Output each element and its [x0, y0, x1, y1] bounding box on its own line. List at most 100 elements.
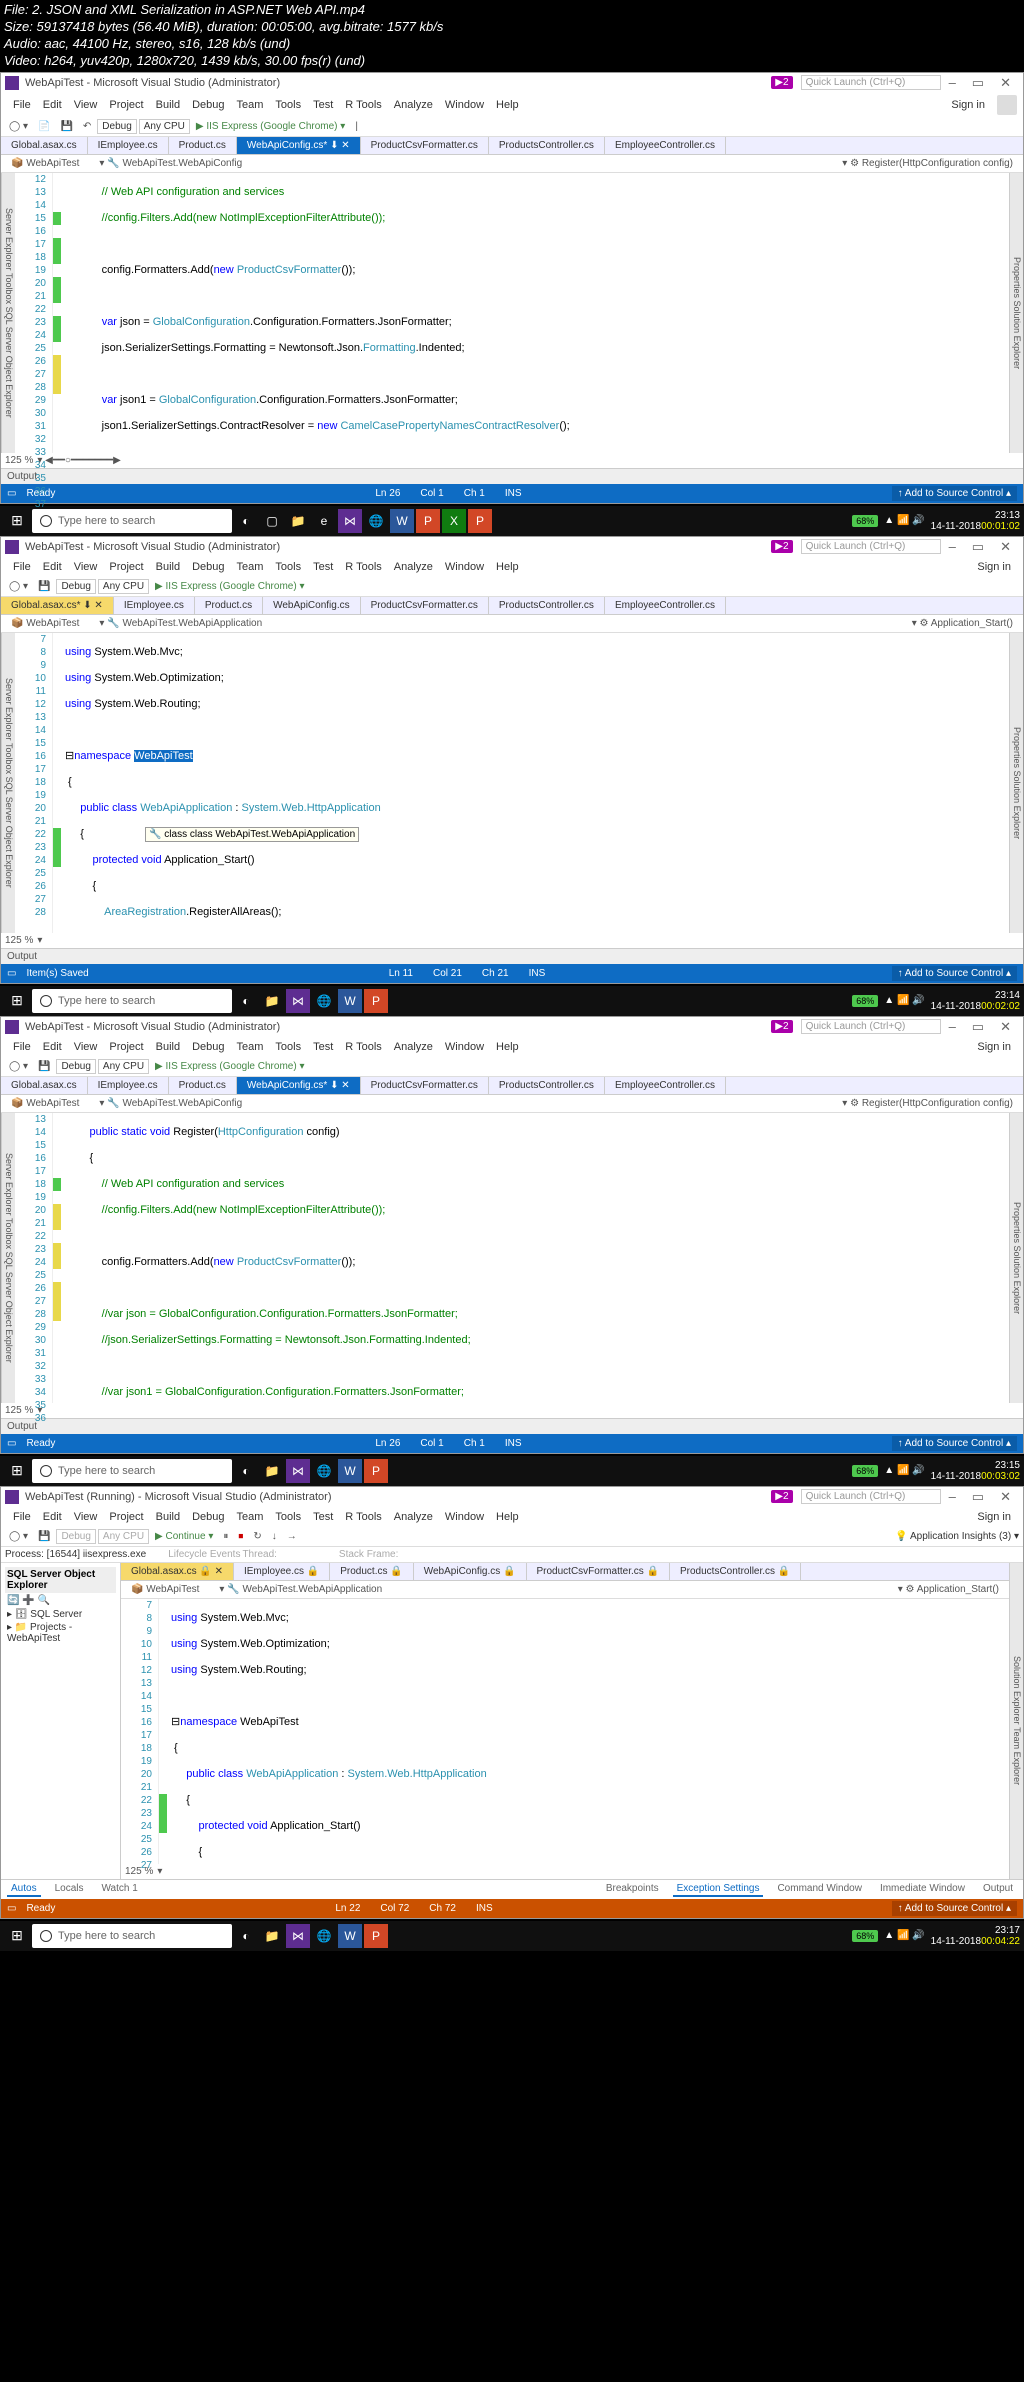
vs-window-3: WebApiTest - Microsoft Visual Studio (Ad… [0, 1016, 1024, 1454]
system-tray: 68% ▲ 📶 🔊 23:1314-11-201800:01:02 [852, 510, 1020, 532]
undo-button[interactable]: ↶ [79, 119, 95, 134]
status-icon: ▭ [7, 488, 16, 499]
edge-icon[interactable]: e [312, 509, 336, 533]
tab-pcontroller[interactable]: ProductsController.cs [489, 137, 605, 154]
continue-button[interactable]: ▶ Continue ▾ [151, 1529, 217, 1544]
run-button[interactable]: ▶ IIS Express (Google Chrome) ▾ [192, 119, 349, 134]
tab-webapiconfig[interactable]: WebApiConfig.cs* ⬇ ✕ [237, 137, 361, 154]
tab-global-active[interactable]: Global.asax.cs* ⬇ ✕ [1, 597, 114, 614]
menu-help[interactable]: Help [490, 97, 525, 113]
bc-class[interactable]: ▾ 🔧 WebApiTest.WebApiConfig [93, 157, 248, 170]
menu-analyze[interactable]: Analyze [388, 97, 439, 113]
close-button[interactable]: ✕ [992, 75, 1019, 91]
tray-icons[interactable]: ▲ 📶 🔊 [884, 515, 924, 526]
sql-server-node[interactable]: ▸ 🗄 SQL Server [5, 1608, 116, 1621]
save-button[interactable]: 💾 [56, 119, 76, 134]
taskbar-search[interactable]: Type here to search [32, 509, 232, 533]
excel-icon[interactable]: X [442, 509, 466, 533]
tab-iemployee[interactable]: IEmployee.cs [88, 137, 169, 154]
status-line: Ln 26 [365, 488, 410, 499]
status-ins: INS [495, 488, 532, 499]
menu-window[interactable]: Window [439, 97, 490, 113]
config-dropdown[interactable]: Debug [97, 119, 136, 134]
zoom-control[interactable]: 125 % ▾ ◀━━○━━━━━━━▶ [1, 453, 1023, 468]
search-icon [40, 515, 52, 527]
toolbar-sep: | [351, 119, 362, 134]
code-editor[interactable]: // Web API configuration and services //… [61, 173, 1009, 453]
line-numbers: 1213141516171819202122232425262728293031… [15, 173, 53, 453]
document-tabs: Global.asax.cs IEmployee.cs Product.cs W… [1, 137, 1023, 155]
pause-button[interactable]: ⏸ [219, 1529, 232, 1544]
explorer-icon[interactable]: 📁 [286, 509, 310, 533]
autos-tab[interactable]: Autos [7, 1882, 41, 1897]
command-tab[interactable]: Command Window [773, 1882, 865, 1897]
menu-team[interactable]: Team [231, 97, 270, 113]
code-editor-4[interactable]: using System.Web.Mvc; using System.Web.O… [167, 1599, 1009, 1864]
menu-project[interactable]: Project [103, 97, 149, 113]
platform-dropdown[interactable]: Any CPU [139, 119, 190, 134]
clock[interactable]: 23:1314-11-201800:01:02 [931, 510, 1020, 532]
nav-back-button[interactable]: ◯ ▾ [5, 119, 32, 134]
menu-file[interactable]: File [7, 97, 37, 113]
cortana-icon[interactable]: ◐ [234, 509, 258, 533]
locals-tab[interactable]: Locals [51, 1882, 88, 1897]
title-bar: WebApiTest - Microsoft Visual Studio (Ad… [1, 73, 1023, 93]
tab-global[interactable]: Global.asax.cs [1, 137, 88, 154]
user-avatar-icon[interactable] [997, 95, 1017, 115]
sql-toolbar[interactable]: 🔄 ➕ 🔍 [5, 1593, 116, 1608]
menu-tools[interactable]: Tools [269, 97, 307, 113]
debug-bottom-panels: Autos Locals Watch 1 Breakpoints Excepti… [1, 1879, 1023, 1899]
status-col: Col 1 [410, 488, 453, 499]
code-editor-3[interactable]: public static void Register(HttpConfigur… [61, 1113, 1009, 1403]
menu-debug[interactable]: Debug [186, 97, 230, 113]
vs-window-2: WebApiTest - Microsoft Visual Studio (Ad… [0, 536, 1024, 984]
tab-product[interactable]: Product.cs [169, 137, 237, 154]
code-editor-2[interactable]: using System.Web.Mvc; using System.Web.O… [61, 633, 1009, 933]
start-button[interactable]: ⊞ [4, 508, 30, 534]
video-metadata: File: 2. JSON and XML Serialization in A… [0, 0, 1024, 72]
exception-tab[interactable]: Exception Settings [673, 1882, 764, 1897]
status-ready: Ready [16, 488, 65, 499]
windows-taskbar: ⊞ Type here to search ◐ ▢ 📁 e ⋈ 🌐 W P X … [0, 506, 1024, 536]
chrome-icon[interactable]: 🌐 [364, 509, 388, 533]
notification-badge[interactable]: ▶2 [771, 76, 792, 89]
menu-test[interactable]: Test [307, 97, 339, 113]
powerpoint-icon[interactable]: P [416, 509, 440, 533]
sign-in-link[interactable]: Sign in [945, 97, 991, 113]
sql-projects-node[interactable]: ▸ 📁 Projects - WebApiTest [5, 1621, 116, 1645]
watch-tab[interactable]: Watch 1 [97, 1882, 141, 1897]
sql-panel-title: SQL Server Object Explorer [5, 1567, 116, 1593]
new-button[interactable]: 📄 [34, 119, 54, 134]
taskview-icon[interactable]: ▢ [260, 509, 284, 533]
quick-launch-input[interactable]: Quick Launch (Ctrl+Q) [801, 75, 941, 90]
menu-view[interactable]: View [68, 97, 104, 113]
left-panel-server[interactable]: Server Explorer Toolbox SQL Server Objec… [1, 173, 15, 453]
nav-breadcrumb: 📦 WebApiTest ▾ 🔧 WebApiTest.WebApiConfig… [1, 155, 1023, 173]
menu-edit[interactable]: Edit [37, 97, 68, 113]
app-insights[interactable]: 💡 Application Insights (3) ▾ [895, 1531, 1019, 1542]
output-tab[interactable]: Output [979, 1882, 1017, 1897]
output-panel[interactable]: Output [1, 468, 1023, 484]
word-icon[interactable]: W [390, 509, 414, 533]
tab-econtroller[interactable]: EmployeeController.cs [605, 137, 726, 154]
window-title: WebApiTest - Microsoft Visual Studio (Ad… [25, 77, 280, 89]
process-label[interactable]: Process: [16544] iisexpress.exe [5, 1549, 146, 1560]
vs-window-1: WebApiTest - Microsoft Visual Studio (Ad… [0, 72, 1024, 504]
pp2-icon[interactable]: P [468, 509, 492, 533]
maximize-button[interactable]: ▭ [964, 75, 992, 91]
minimize-button[interactable]: ‒ [941, 75, 964, 90]
stop-button[interactable]: ⏹ [234, 1529, 247, 1544]
status-bar: ▭ Ready Ln 26 Col 1 Ch 1 INS ↑ Add to So… [1, 484, 1023, 503]
immediate-tab[interactable]: Immediate Window [876, 1882, 969, 1897]
menu-build[interactable]: Build [150, 97, 186, 113]
bc-method[interactable]: ▾ ⚙ Register(HttpConfiguration config) [836, 157, 1019, 170]
menu-rtools[interactable]: R Tools [339, 97, 387, 113]
bc-project[interactable]: 📦 WebApiTest [5, 157, 85, 170]
tab-pcsv[interactable]: ProductCsvFormatter.cs [361, 137, 489, 154]
battery-indicator[interactable]: 68% [852, 515, 878, 527]
add-source-control[interactable]: ↑ Add to Source Control ▴ [892, 486, 1017, 501]
sql-explorer-panel: SQL Server Object Explorer 🔄 ➕ 🔍 ▸ 🗄 SQL… [1, 1563, 121, 1879]
vs-taskbar-icon[interactable]: ⋈ [338, 509, 362, 533]
right-panel-solution[interactable]: Properties Solution Explorer [1009, 173, 1023, 453]
breakpoints-tab[interactable]: Breakpoints [602, 1882, 663, 1897]
